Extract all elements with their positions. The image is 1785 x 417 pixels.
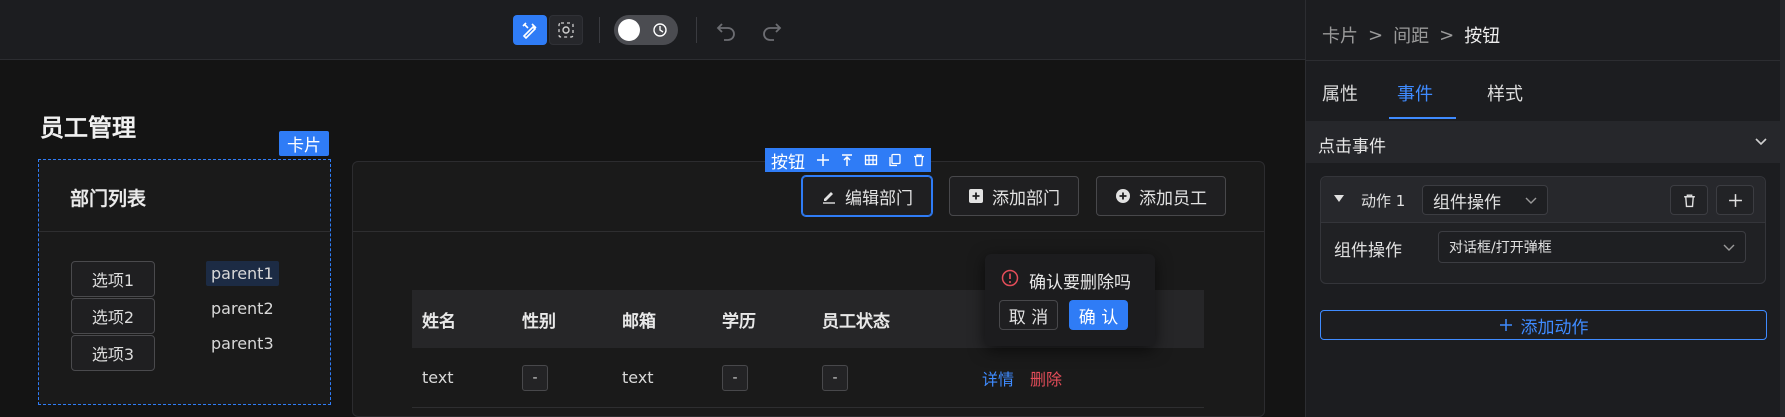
moon-icon — [653, 23, 667, 37]
action-type-value: 组件操作 — [1433, 192, 1501, 213]
add-employee-label: 添加员工 — [1139, 188, 1207, 209]
add-employee-button[interactable]: 添加员工 — [1096, 176, 1226, 216]
chevron-down-icon — [1755, 138, 1767, 146]
cell-email: text — [622, 368, 654, 387]
card-selection-tag[interactable]: 卡片 — [279, 131, 329, 156]
panel-divider — [1306, 60, 1780, 61]
breadcrumb-item-spacing[interactable]: 间距 — [1393, 22, 1429, 48]
breadcrumb-item-button: 按钮 — [1464, 26, 1501, 47]
toolbar-divider — [599, 17, 600, 43]
column-header-name: 姓名 — [422, 311, 456, 332]
action-header: 动作 1 组件操作 — [1321, 177, 1765, 223]
cancel-button[interactable]: 取 消 — [999, 300, 1058, 330]
theme-toggle[interactable] — [614, 15, 678, 45]
department-card[interactable]: 部门列表 选项1 选项2 选项3 parent1 parent2 parent3 — [38, 159, 331, 405]
preview-mode-button[interactable] — [549, 15, 583, 45]
delete-action-button[interactable] — [1670, 185, 1708, 215]
detail-link[interactable]: 详情 — [972, 366, 1030, 390]
edit-department-button[interactable]: 编辑部门 — [801, 175, 933, 217]
trash-icon — [1683, 193, 1695, 207]
component-toolbar: 按钮 — [765, 148, 931, 173]
card-divider — [353, 231, 1264, 232]
component-action-value: 对话框/打开弹框 — [1449, 240, 1552, 256]
grid-icon[interactable] — [859, 148, 883, 172]
confirm-button[interactable]: 确 认 — [1069, 300, 1128, 330]
breadcrumb-separator: > — [1439, 24, 1455, 46]
tab-styles[interactable]: 样式 — [1487, 80, 1523, 106]
column-header-gender: 性别 — [522, 311, 556, 332]
redo-icon[interactable] — [760, 18, 784, 42]
active-tab-indicator — [1389, 117, 1456, 119]
action-item: 动作 1 组件操作 组件操作 对话框/打开弹框 — [1320, 176, 1766, 284]
move-icon — [1728, 193, 1742, 207]
popconfirm-message: 确认要删除吗 — [1029, 273, 1131, 293]
click-event-section-header[interactable]: 点击事件 — [1306, 121, 1780, 163]
breadcrumb: 卡片 > 间距 > 按钮 — [1322, 22, 1500, 48]
warning-circle-icon — [1001, 269, 1019, 287]
component-action-select[interactable]: 对话框/打开弹框 — [1438, 231, 1746, 263]
page-title: 员工管理 — [40, 114, 136, 142]
top-toolbar — [0, 0, 1305, 60]
add-department-button[interactable]: 添加部门 — [949, 176, 1079, 216]
cell-status-tag: - — [822, 364, 848, 391]
tree-node-parent3[interactable]: parent3 — [206, 331, 279, 356]
section-title: 点击事件 — [1318, 137, 1386, 157]
tree-node-parent2[interactable]: parent2 — [206, 296, 279, 321]
option-button-3[interactable]: 选项3 — [71, 335, 155, 371]
column-header-email: 邮箱 — [622, 311, 656, 332]
move-icon[interactable] — [811, 148, 835, 172]
cell-name: text — [422, 368, 454, 387]
design-mode-button[interactable] — [513, 15, 547, 45]
card-header: 部门列表 — [39, 160, 330, 232]
toggle-knob — [618, 19, 640, 41]
delete-popconfirm: 确认要删除吗 取 消 确 认 — [985, 254, 1155, 346]
toolbar-divider — [696, 17, 697, 43]
tab-properties[interactable]: 属性 — [1322, 80, 1358, 106]
cell-education-tag: - — [722, 364, 748, 391]
add-action-label: 添加动作 — [1520, 317, 1589, 338]
option-button-1[interactable]: 选项1 — [71, 261, 155, 297]
field-label: 组件操作 — [1334, 241, 1402, 261]
option-button-2[interactable]: 选项2 — [71, 298, 155, 334]
panel-scrollbar[interactable] — [1780, 0, 1785, 417]
column-header-status: 员工状态 — [822, 311, 890, 332]
breadcrumb-item-card[interactable]: 卡片 — [1322, 22, 1358, 48]
plus-icon — [1499, 319, 1512, 331]
add-action-button[interactable]: 添加动作 — [1320, 310, 1767, 340]
column-header-education: 学历 — [722, 311, 756, 332]
edit-icon — [823, 192, 835, 204]
preview-eye-icon — [558, 22, 574, 38]
tree-node-parent1[interactable]: parent1 — [206, 261, 279, 286]
add-square-icon — [969, 189, 983, 203]
breadcrumb-separator: > — [1368, 24, 1384, 46]
add-circle-icon — [1116, 189, 1130, 203]
action-label: 动作 1 — [1361, 192, 1406, 210]
cell-gender-tag: - — [522, 364, 548, 391]
table-row: text - text - - 详情 删除 — [412, 348, 1204, 408]
align-top-icon[interactable] — [835, 148, 859, 172]
component-type-label: 按钮 — [771, 152, 805, 173]
delete-link[interactable]: 删除 — [1030, 366, 1090, 390]
drag-action-button[interactable] — [1716, 185, 1754, 215]
copy-icon[interactable] — [883, 148, 907, 172]
tab-events[interactable]: 事件 — [1397, 80, 1433, 106]
trash-icon[interactable] — [907, 148, 931, 172]
add-department-label: 添加部门 — [992, 188, 1060, 209]
card-title: 部门列表 — [70, 188, 147, 210]
action-type-select[interactable]: 组件操作 — [1422, 185, 1548, 215]
chevron-down-icon — [1525, 197, 1537, 204]
edit-department-label: 编辑部门 — [845, 188, 913, 209]
undo-icon[interactable] — [714, 18, 738, 42]
caret-down-icon[interactable] — [1333, 194, 1345, 204]
pencil-ruler-icon — [522, 22, 537, 39]
chevron-down-icon — [1723, 244, 1735, 251]
properties-panel: 卡片 > 间距 > 按钮 属性 事件 样式 点击事件 动作 1 组件操作 组件操… — [1305, 0, 1785, 417]
